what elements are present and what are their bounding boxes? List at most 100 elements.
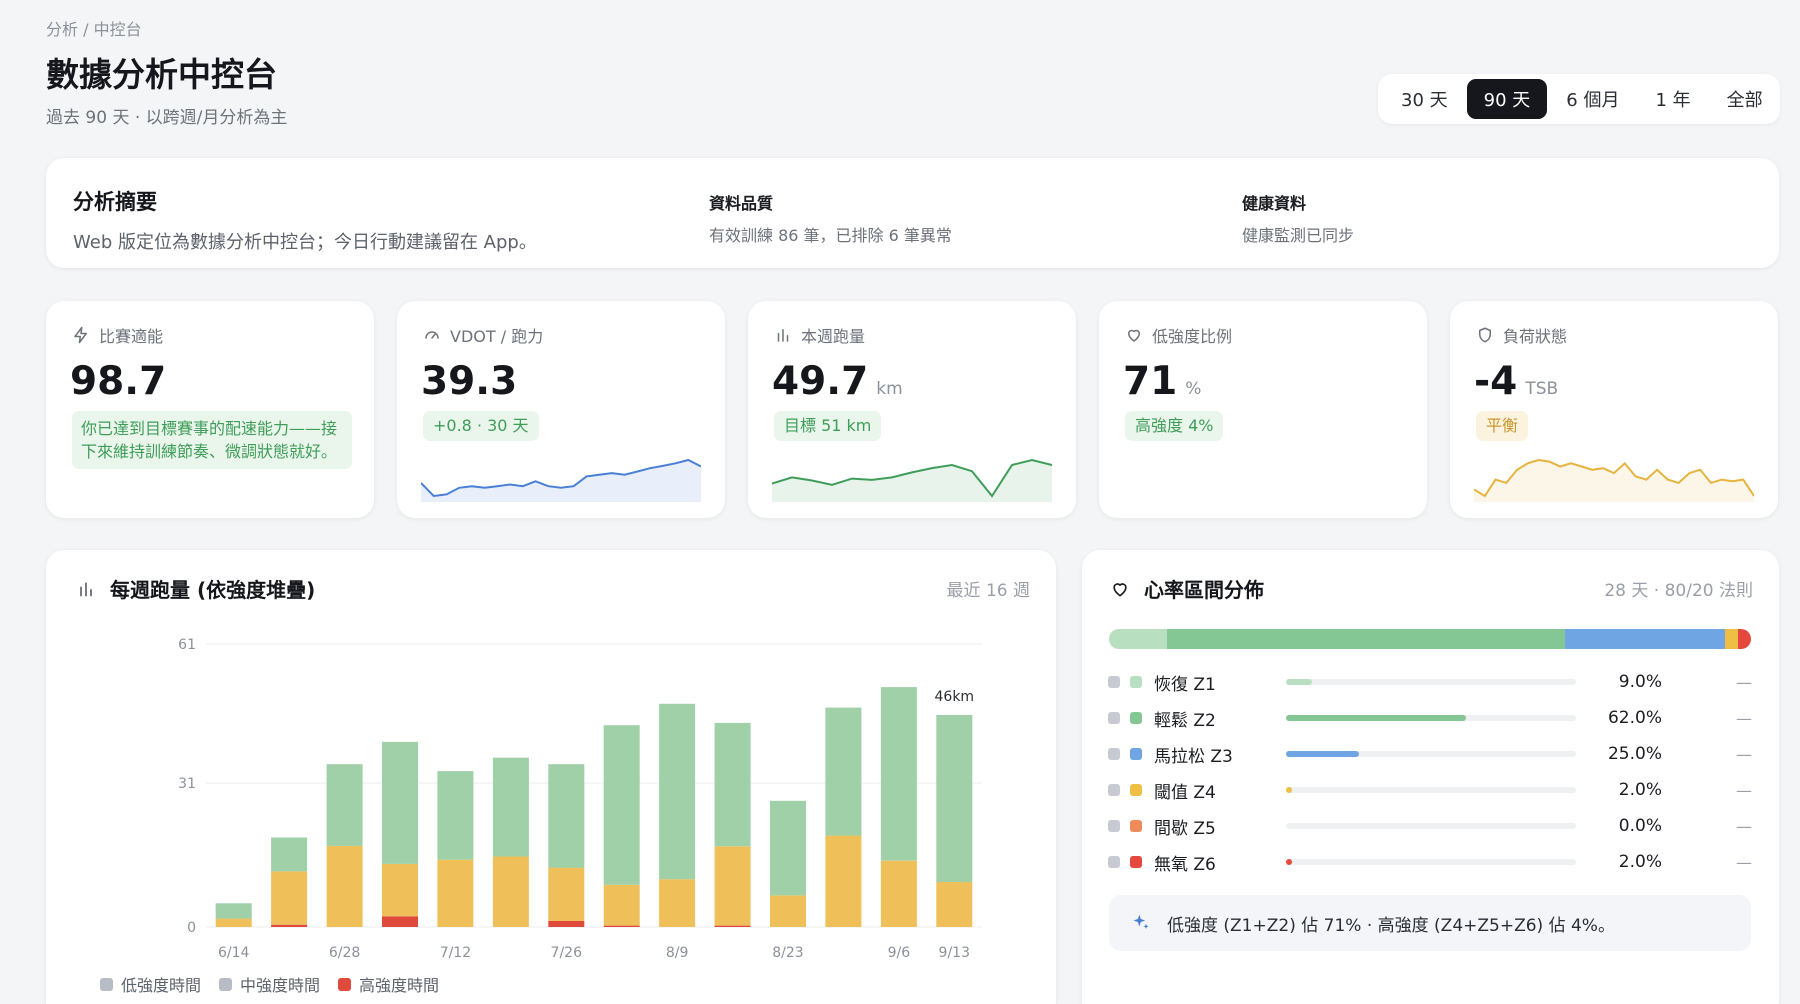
zone-row[interactable]: 閾值 Z4 2.0% — <box>1108 778 1754 803</box>
kpi-value-number: 71 <box>1123 359 1178 404</box>
bar-segment <box>437 771 474 860</box>
kpi-label-text: VDOT / 跑力 <box>450 327 544 346</box>
breadcrumb: 分析 / 中控台 <box>46 20 142 39</box>
health-data-title: 健康資料 <box>1242 194 1307 213</box>
shield-icon <box>1479 327 1491 343</box>
kpi-label-text: 負荷狀態 <box>1503 327 1568 346</box>
zone-progress-fill <box>1286 751 1359 757</box>
bolt-icon <box>74 326 87 344</box>
kpi-label: 負荷狀態 <box>1476 323 1567 347</box>
bar-segment <box>382 741 418 864</box>
zone-progress-track <box>1286 823 1576 829</box>
kpi-label: VDOT / 跑力 <box>423 323 543 347</box>
kpi-unit: % <box>1185 379 1202 399</box>
bar-segment <box>326 845 363 927</box>
zone-toggle[interactable] <box>1108 712 1120 724</box>
kpi-value: 39.3 <box>421 359 517 404</box>
legend-label: 中強度時間 <box>240 976 321 995</box>
legend-item-mid[interactable]: 中強度時間 <box>219 972 320 996</box>
tsb-sparkline <box>1474 458 1754 502</box>
bar-segment <box>714 722 751 847</box>
zone-trend: — <box>1736 708 1752 728</box>
page-title: 數據分析中控台 <box>46 55 277 94</box>
zone-trend: — <box>1736 852 1752 872</box>
zone-color-dot <box>1130 748 1142 760</box>
x-tick-label: 7/26 <box>551 945 583 961</box>
kpi-card-race-fitness[interactable]: 比賽適能 98.7 你已達到目標賽事的配速能力——接下來維持訓練節奏、微調狀態就… <box>46 301 374 518</box>
range-6m-button[interactable]: 6 個月 <box>1549 79 1636 119</box>
bar-segment <box>271 924 308 927</box>
legend-label: 低強度時間 <box>121 976 202 995</box>
kpi-value: -4 TSB <box>1474 359 1558 404</box>
range-1y-button[interactable]: 1 年 <box>1638 79 1707 119</box>
zone-segment <box>1166 629 1565 649</box>
kpi-value: 71% <box>1123 359 1201 404</box>
kpi-value-number: 39.3 <box>421 359 518 404</box>
zone-color-dot <box>1130 712 1142 724</box>
kpi-badge: 平衡 <box>1476 411 1529 441</box>
x-tick-label: 6/14 <box>218 945 250 961</box>
panel-meta: 28 天 · 80/20 法則 <box>1604 581 1753 601</box>
kpi-label: 比賽適能 <box>72 323 163 347</box>
x-tick-label: 8/9 <box>666 945 689 961</box>
bar-segment <box>770 895 806 927</box>
zone-row[interactable]: 輕鬆 Z2 62.0% — <box>1108 706 1754 731</box>
legend-item-high[interactable]: 高強度時間 <box>338 972 439 996</box>
zone-row[interactable]: 間歇 Z5 0.0% — <box>1108 814 1754 839</box>
zone-row[interactable]: 馬拉松 Z3 25.0% — <box>1108 742 1754 767</box>
kpi-value-number: -4 <box>1474 359 1518 404</box>
zone-insight-text: 低強度 (Z1+Z2) 佔 71% · 高強度 (Z4+Z5+Z6) 佔 4%。 <box>1167 915 1615 936</box>
distance-sparkline <box>772 458 1052 502</box>
heart-icon <box>1113 582 1127 596</box>
weekly-distance-chart-card: 每週跑量 (依強度堆疊) 最近 16 週 0 31 61 6/14 6/28 7/12 7/… <box>46 550 1056 1004</box>
kpi-card-weekly-distance[interactable]: 本週跑量 49.7 km 目標 51 km <box>748 301 1076 518</box>
zone-row[interactable]: 恢復 Z1 9.0% — <box>1108 670 1754 695</box>
kpi-value: 49.7 km <box>772 359 903 404</box>
range-30d-button[interactable]: 30 天 <box>1384 79 1465 119</box>
zone-percent: 0.0% <box>1618 816 1662 836</box>
bar-segment <box>437 859 474 927</box>
kpi-label-text: 本週跑量 <box>801 327 866 346</box>
range-90d-button[interactable]: 90 天 <box>1466 79 1548 119</box>
kpi-card-load-status[interactable]: 負荷狀態 -4 TSB 平衡 <box>1450 301 1778 518</box>
weekly-stacked-bar-chart: 0 31 61 6/14 6/28 7/12 7/26 8/9 8/23 9/6 9/13 46km <box>178 637 982 961</box>
range-all-button[interactable]: 全部 <box>1710 79 1780 119</box>
kpi-card-low-intensity[interactable]: 低強度比例 71% 高強度 4% <box>1099 301 1427 518</box>
bar-segment <box>271 837 308 872</box>
kpi-label: 低強度比例 <box>1125 323 1232 347</box>
zone-toggle[interactable] <box>1108 676 1120 688</box>
zone-insight: 低強度 (Z1+Z2) 佔 71% · 高強度 (Z4+Z5+Z6) 佔 4%。 <box>1109 895 1751 951</box>
zone-color-dot <box>1130 676 1142 688</box>
zone-row[interactable]: 無氧 Z6 2.0% — <box>1108 850 1754 875</box>
zone-percent: 25.0% <box>1607 744 1662 764</box>
zone-distribution-bar <box>1109 629 1751 649</box>
kpi-unit: TSB <box>1525 379 1559 399</box>
zone-toggle[interactable] <box>1108 784 1120 796</box>
zone-segment <box>1738 629 1751 649</box>
gauge-icon <box>425 331 439 339</box>
legend-swatch <box>338 977 352 991</box>
zone-toggle[interactable] <box>1108 820 1120 832</box>
legend-item-low[interactable]: 低強度時間 <box>100 972 201 996</box>
zone-label: 恢復 Z1 <box>1154 674 1216 695</box>
zone-percent: 2.0% <box>1618 780 1662 800</box>
bar-segment <box>770 800 806 896</box>
bar-segment <box>714 925 751 927</box>
vdot-sparkline <box>421 458 701 502</box>
zone-percent: 2.0% <box>1618 852 1662 872</box>
y-tick-label: 0 <box>187 920 196 936</box>
zone-toggle[interactable] <box>1108 856 1120 868</box>
zone-toggle[interactable] <box>1108 748 1120 760</box>
y-tick-label: 61 <box>178 637 196 653</box>
bar-segment <box>880 687 917 861</box>
sparkline-area <box>1474 460 1754 502</box>
zone-segment <box>1564 629 1726 649</box>
kpi-badge: 高強度 4% <box>1125 411 1224 441</box>
kpi-card-vdot[interactable]: VDOT / 跑力 39.3 +0.8 · 30 天 <box>397 301 725 518</box>
bar-segment <box>215 903 252 919</box>
zone-label: 馬拉松 Z3 <box>1154 746 1233 767</box>
bar-segment <box>326 764 363 846</box>
bar-segment <box>548 867 585 921</box>
zone-trend: — <box>1736 816 1752 836</box>
bar-segment <box>936 715 973 882</box>
